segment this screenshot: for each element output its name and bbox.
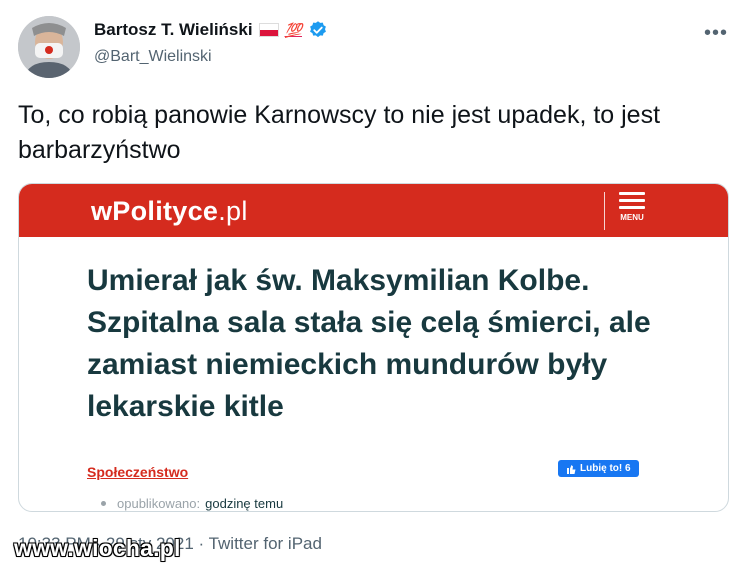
avatar-photo-icon — [18, 16, 80, 78]
tweet-text: To, co robią panowie Karnowscy to nie je… — [18, 101, 661, 164]
article-headline: Umierał jak św. Maksymilian Kolbe. Szpit… — [87, 264, 651, 423]
watermark: www.wiocha.pl — [14, 535, 181, 561]
author-handle[interactable]: @Bart_Wielinski — [94, 48, 212, 66]
site-header: wPolityce.pl MENU — [19, 184, 728, 237]
hamburger-menu-icon — [619, 192, 645, 209]
like-count-label: Lubię to! 6 — [580, 463, 631, 474]
header-divider — [604, 192, 605, 230]
link-preview-card[interactable]: wPolityce.pl MENU Umierał jak św. Maksym… — [18, 183, 729, 512]
author-name-row: Bartosz T. Wieliński 💯 — [94, 20, 328, 40]
bullet-icon — [101, 501, 106, 506]
facebook-like-button: Lubię to! 6 — [558, 460, 639, 477]
site-logo: wPolityce.pl — [91, 196, 248, 226]
menu-label: MENU — [620, 213, 644, 222]
author-avatar[interactable] — [18, 16, 80, 78]
published-label: opublikowano: — [117, 496, 201, 511]
more-options-icon[interactable]: ••• — [704, 22, 728, 45]
published-info: opublikowano: godzinę temu — [101, 496, 283, 511]
site-menu-button: MENU — [619, 192, 645, 222]
hundred-points-icon: 💯 — [284, 21, 302, 38]
poland-flag-icon — [258, 23, 279, 37]
thumbs-up-icon — [567, 464, 576, 474]
published-value: godzinę temu — [205, 496, 284, 511]
article-category: Społeczeństwo — [87, 464, 189, 480]
verified-badge-icon — [310, 21, 326, 38]
author-display-name[interactable]: Bartosz T. Wieliński — [94, 20, 253, 40]
